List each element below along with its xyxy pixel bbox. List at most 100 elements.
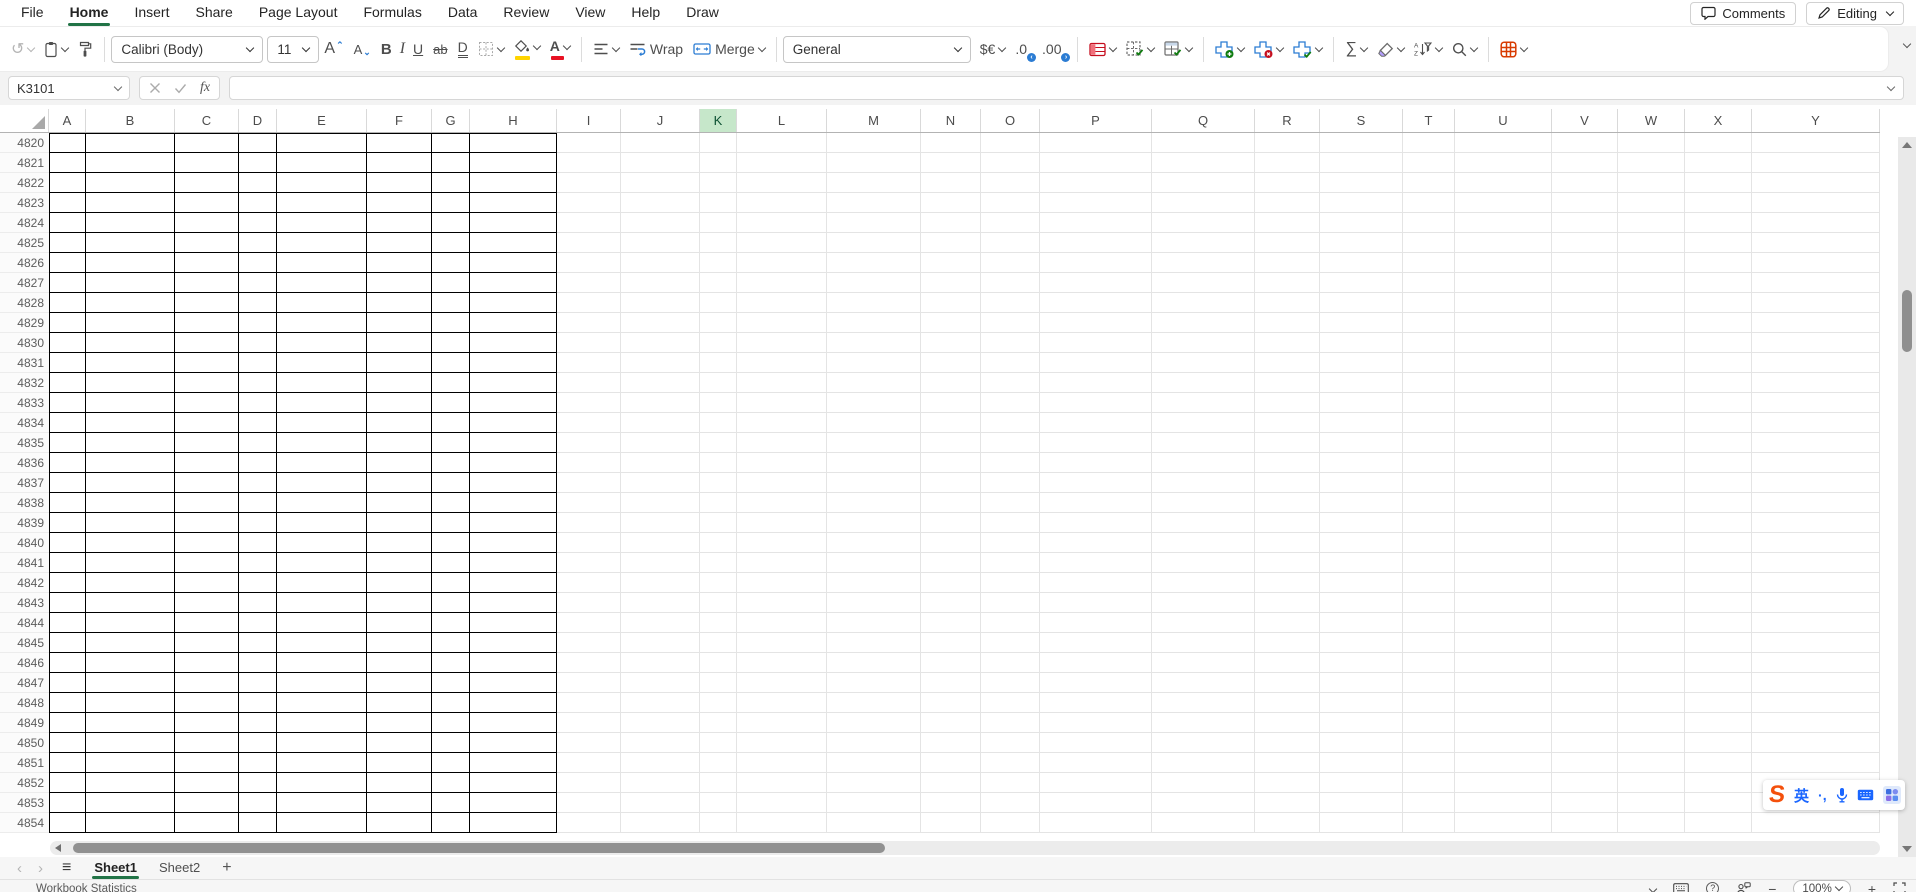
cell-Y4844[interactable]	[1752, 613, 1880, 633]
cell-K4835[interactable]	[700, 433, 737, 453]
cell-N4834[interactable]	[921, 413, 981, 433]
cell-Y4825[interactable]	[1752, 233, 1880, 253]
cell-N4842[interactable]	[921, 573, 981, 593]
cell-O4834[interactable]	[981, 413, 1040, 433]
cell-U4826[interactable]	[1455, 253, 1552, 273]
cell-V4847[interactable]	[1552, 673, 1618, 693]
cell-L4846[interactable]	[737, 653, 827, 673]
cell-P4829[interactable]	[1040, 313, 1152, 333]
menu-item-insert[interactable]: Insert	[121, 0, 182, 26]
cell-D4844[interactable]	[239, 613, 277, 633]
sheet-list-menu-icon[interactable]: ≡	[52, 859, 81, 877]
cell-B4836[interactable]	[86, 453, 175, 473]
cell-H4822[interactable]	[470, 173, 557, 193]
cell-U4850[interactable]	[1455, 733, 1552, 753]
status-chevron-icon[interactable]	[1649, 884, 1657, 892]
cell-W4821[interactable]	[1618, 153, 1685, 173]
cell-P4841[interactable]	[1040, 553, 1152, 573]
row-header-4843[interactable]: 4843	[0, 593, 49, 613]
cell-A4841[interactable]	[49, 553, 86, 573]
cell-X4841[interactable]	[1685, 553, 1752, 573]
cell-W4832[interactable]	[1618, 373, 1685, 393]
cell-R4823[interactable]	[1255, 193, 1320, 213]
cell-I4854[interactable]	[557, 813, 621, 833]
cell-D4837[interactable]	[239, 473, 277, 493]
cell-F4849[interactable]	[367, 713, 432, 733]
cell-O4833[interactable]	[981, 393, 1040, 413]
cell-C4832[interactable]	[175, 373, 239, 393]
column-header-I[interactable]: I	[557, 109, 621, 132]
cell-W4827[interactable]	[1618, 273, 1685, 293]
cell-S4836[interactable]	[1320, 453, 1403, 473]
cell-L4839[interactable]	[737, 513, 827, 533]
cell-W4840[interactable]	[1618, 533, 1685, 553]
cell-A4844[interactable]	[49, 613, 86, 633]
cell-M4841[interactable]	[827, 553, 921, 573]
cell-I4840[interactable]	[557, 533, 621, 553]
cell-R4834[interactable]	[1255, 413, 1320, 433]
ime-punctuation-toggle[interactable]: ·,	[1818, 787, 1827, 803]
cell-N4824[interactable]	[921, 213, 981, 233]
cell-C4854[interactable]	[175, 813, 239, 833]
cell-W4837[interactable]	[1618, 473, 1685, 493]
cell-A4825[interactable]	[49, 233, 86, 253]
cell-G4833[interactable]	[432, 393, 470, 413]
cell-R4853[interactable]	[1255, 793, 1320, 813]
cell-U4847[interactable]	[1455, 673, 1552, 693]
cell-P4848[interactable]	[1040, 693, 1152, 713]
cell-T4849[interactable]	[1403, 713, 1455, 733]
cell-V4823[interactable]	[1552, 193, 1618, 213]
cell-H4830[interactable]	[470, 333, 557, 353]
cell-B4840[interactable]	[86, 533, 175, 553]
cell-Q4847[interactable]	[1152, 673, 1255, 693]
cell-E4830[interactable]	[277, 333, 367, 353]
cell-G4854[interactable]	[432, 813, 470, 833]
cell-I4848[interactable]	[557, 693, 621, 713]
cell-S4848[interactable]	[1320, 693, 1403, 713]
cell-W4831[interactable]	[1618, 353, 1685, 373]
cell-O4842[interactable]	[981, 573, 1040, 593]
cell-O4844[interactable]	[981, 613, 1040, 633]
cell-H4845[interactable]	[470, 633, 557, 653]
cell-Y4840[interactable]	[1752, 533, 1880, 553]
cell-B4825[interactable]	[86, 233, 175, 253]
cell-A4822[interactable]	[49, 173, 86, 193]
cell-J4844[interactable]	[621, 613, 700, 633]
cell-U4837[interactable]	[1455, 473, 1552, 493]
cell-F4851[interactable]	[367, 753, 432, 773]
cell-M4847[interactable]	[827, 673, 921, 693]
cell-G4834[interactable]	[432, 413, 470, 433]
cell-H4835[interactable]	[470, 433, 557, 453]
cell-K4827[interactable]	[700, 273, 737, 293]
cell-P4828[interactable]	[1040, 293, 1152, 313]
cell-X4852[interactable]	[1685, 773, 1752, 793]
cell-U4853[interactable]	[1455, 793, 1552, 813]
cell-Y4847[interactable]	[1752, 673, 1880, 693]
cell-X4830[interactable]	[1685, 333, 1752, 353]
cell-X4831[interactable]	[1685, 353, 1752, 373]
cell-K4836[interactable]	[700, 453, 737, 473]
cell-Q4834[interactable]	[1152, 413, 1255, 433]
vertical-scrollbar-thumb[interactable]	[1902, 290, 1912, 352]
cell-A4835[interactable]	[49, 433, 86, 453]
cell-G4821[interactable]	[432, 153, 470, 173]
cell-D4827[interactable]	[239, 273, 277, 293]
cell-U4832[interactable]	[1455, 373, 1552, 393]
cell-K4848[interactable]	[700, 693, 737, 713]
cell-U4835[interactable]	[1455, 433, 1552, 453]
cell-P4832[interactable]	[1040, 373, 1152, 393]
cell-W4833[interactable]	[1618, 393, 1685, 413]
format-cells-button[interactable]	[1288, 34, 1327, 64]
cell-Y4829[interactable]	[1752, 313, 1880, 333]
cell-F4846[interactable]	[367, 653, 432, 673]
cell-K4840[interactable]	[700, 533, 737, 553]
cell-Y4854[interactable]	[1752, 813, 1880, 833]
cell-G4842[interactable]	[432, 573, 470, 593]
cell-F4832[interactable]	[367, 373, 432, 393]
cell-L4844[interactable]	[737, 613, 827, 633]
cell-C4828[interactable]	[175, 293, 239, 313]
cell-O4820[interactable]	[981, 133, 1040, 153]
zoom-in-button[interactable]: +	[1868, 881, 1876, 892]
cell-J4835[interactable]	[621, 433, 700, 453]
row-header-4844[interactable]: 4844	[0, 613, 49, 633]
